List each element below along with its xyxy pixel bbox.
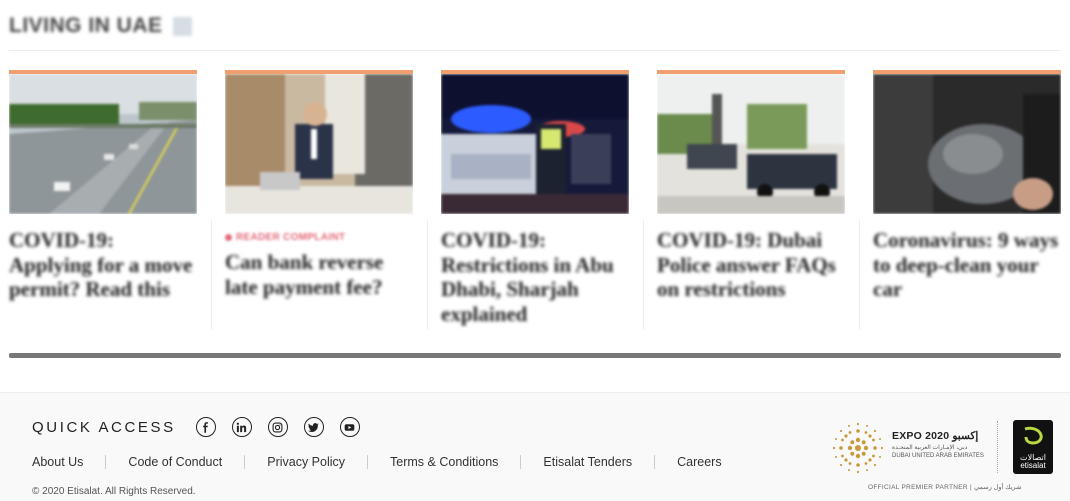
quick-access-title: QUICK ACCESS: [32, 418, 176, 436]
article-kicker: READER COMPLAINT: [225, 232, 413, 243]
etisalat-mark-icon: [1024, 426, 1043, 445]
article-headline[interactable]: Can bank reverse late payment fee?: [225, 250, 413, 299]
linkedin-icon[interactable]: [231, 417, 252, 437]
etisalat-english: etisalat: [1020, 461, 1046, 470]
partner-divider: [997, 421, 998, 473]
expo-subtitle-arabic: دبي، الإمـارات العربية المتحـدة: [892, 445, 968, 451]
site-footer: QUICK ACCESS About Us Code of Conduct Pr…: [0, 392, 1070, 501]
article-card[interactable]: READER COMPLAINT Can bank reverse late p…: [225, 70, 428, 332]
expo-2020-logo-icon[interactable]: [830, 420, 886, 476]
article-headline[interactable]: Coronavirus: 9 ways to deep-clean your c…: [873, 228, 1061, 302]
article-headline[interactable]: COVID-19: Restrictions in Abu Dhabi, Sha…: [441, 228, 629, 326]
article-thumbnail[interactable]: [441, 70, 629, 214]
link-divider: [654, 455, 656, 469]
footer-link-etisalat-tenders[interactable]: Etisalat Tenders: [543, 455, 632, 469]
footer-link-privacy-policy[interactable]: Privacy Policy: [267, 455, 345, 469]
article-card[interactable]: COVID-19: Applying for a move permit? Re…: [9, 70, 212, 332]
article-thumbnail[interactable]: [873, 70, 1061, 214]
card-separator: [211, 220, 212, 330]
partner-logos: EXPO 2020 إكسبو دبي، الإمـارات العربية ا…: [830, 417, 1060, 497]
article-card[interactable]: COVID-19: Restrictions in Abu Dhabi, Sha…: [441, 70, 644, 332]
etisalat-wordmark: اتصالات etisalat: [1013, 454, 1053, 470]
link-divider: [244, 455, 246, 469]
expo-subtitle-english: DUBAI UNITED ARAB EMIRATES: [892, 453, 984, 459]
kicker-label: READER COMPLAINT: [236, 232, 346, 243]
card-separator: [427, 220, 428, 330]
link-divider: [520, 455, 522, 469]
twitter-icon[interactable]: [303, 417, 324, 437]
section-divider: [9, 50, 1061, 51]
reader-complaint-icon: [225, 234, 232, 241]
horizontal-scrollbar[interactable]: [9, 353, 1061, 358]
card-separator: [643, 220, 644, 330]
article-card[interactable]: COVID-19: Dubai Police answer FAQs on re…: [657, 70, 860, 332]
etisalat-logo[interactable]: اتصالات etisalat: [1013, 420, 1053, 474]
article-cards: COVID-19: Applying for a move permit? Re…: [9, 70, 1061, 332]
footer-link-about-us[interactable]: About Us: [32, 455, 83, 469]
living-in-uae-section: LIVING IN UAE COVID-19: Applying for a m…: [0, 0, 1070, 392]
instagram-icon[interactable]: [267, 417, 288, 437]
section-title[interactable]: LIVING IN UAE: [9, 14, 163, 38]
footer-link-careers[interactable]: Careers: [677, 455, 721, 469]
article-thumbnail[interactable]: [225, 70, 413, 214]
youtube-icon[interactable]: [339, 417, 360, 437]
section-header: LIVING IN UAE: [9, 14, 192, 38]
copyright-text: © 2020 Etisalat. All Rights Reserved.: [32, 486, 196, 497]
footer-links: About Us Code of Conduct Privacy Policy …: [32, 455, 722, 469]
article-thumbnail[interactable]: [9, 70, 197, 214]
expo-2020-text: EXPO 2020 إكسبو دبي، الإمـارات العربية ا…: [892, 430, 992, 459]
article-thumbnail[interactable]: [657, 70, 845, 214]
footer-link-terms-conditions[interactable]: Terms & Conditions: [390, 455, 498, 469]
link-divider: [367, 455, 369, 469]
footer-link-code-of-conduct[interactable]: Code of Conduct: [128, 455, 222, 469]
expo-title: EXPO 2020 إكسبو: [892, 430, 979, 442]
article-headline[interactable]: COVID-19: Applying for a move permit? Re…: [9, 228, 197, 302]
article-card[interactable]: Coronavirus: 9 ways to deep-clean your c…: [873, 70, 1061, 332]
quick-access-row: QUICK ACCESS: [32, 417, 376, 437]
article-headline[interactable]: COVID-19: Dubai Police answer FAQs on re…: [657, 228, 845, 302]
card-separator: [859, 220, 860, 330]
link-divider: [105, 455, 107, 469]
section-arrow-icon[interactable]: [172, 16, 192, 36]
partner-caption: OFFICIAL PREMIER PARTNER | شريك أول رسمي: [868, 484, 1022, 491]
facebook-icon[interactable]: [195, 417, 216, 437]
